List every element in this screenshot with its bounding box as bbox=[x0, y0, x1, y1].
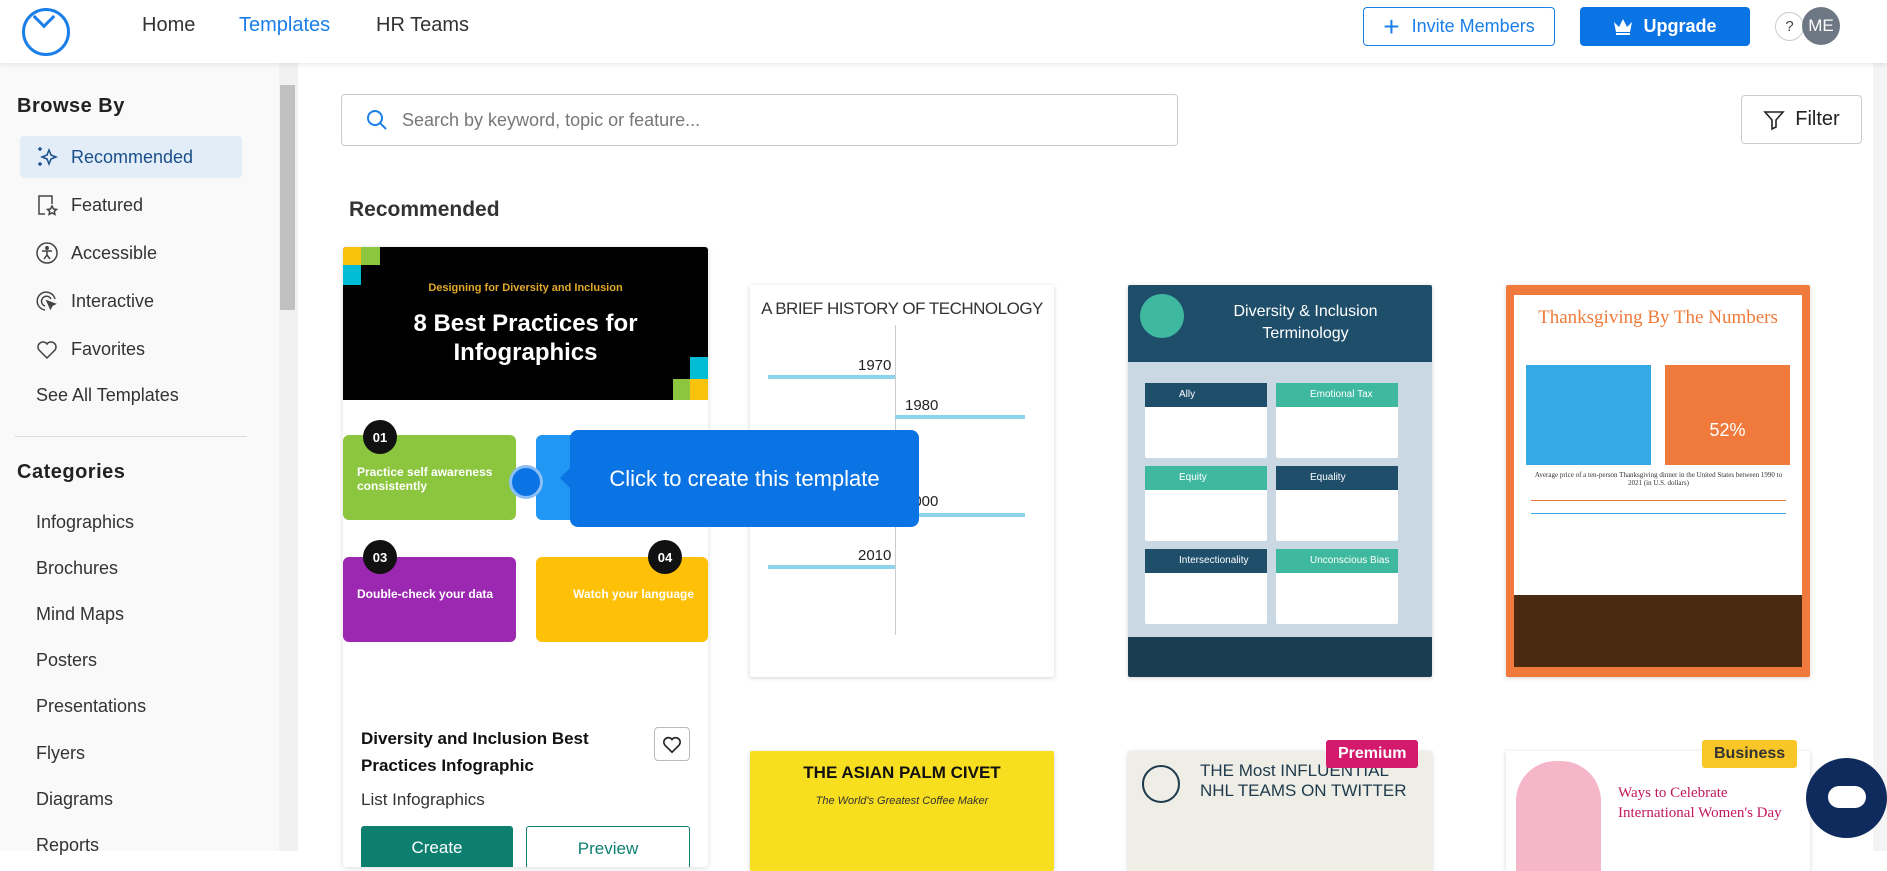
template-card-nhl-teams[interactable]: THE Most INFLUENTIAL NHL TEAMS ON TWITTE… bbox=[1128, 751, 1432, 871]
invite-members-label: Invite Members bbox=[1411, 16, 1535, 36]
sparkles-icon bbox=[38, 147, 59, 167]
category-diagrams[interactable]: Diagrams bbox=[36, 789, 113, 810]
sidebar-item-accessible[interactable]: Accessible bbox=[20, 232, 242, 274]
term-card: Equity bbox=[1145, 466, 1267, 541]
featured-star-icon bbox=[38, 195, 59, 216]
template-thumb-title: THE ASIAN PALM CIVET bbox=[803, 763, 1001, 782]
stat-value: 52% bbox=[1709, 420, 1746, 440]
invite-members-button[interactable]: + Invite Members bbox=[1363, 7, 1555, 46]
term-label: Unconscious Bias bbox=[1276, 549, 1398, 573]
app-logo[interactable] bbox=[22, 8, 70, 56]
template-card-thanksgiving[interactable]: Thanksgiving By The Numbers 52% Average … bbox=[1506, 285, 1810, 677]
heart-icon bbox=[663, 736, 681, 754]
favorite-button[interactable] bbox=[654, 727, 690, 761]
template-thumb-title: Ways to Celebrate International Women's … bbox=[1618, 785, 1782, 821]
categories-heading: Categories bbox=[17, 461, 126, 483]
template-category: List Infographics bbox=[361, 790, 485, 809]
help-button[interactable]: ? bbox=[1775, 12, 1804, 41]
template-card-womens-day[interactable]: Ways to Celebrate International Women's … bbox=[1506, 751, 1810, 871]
crown-icon bbox=[1614, 18, 1633, 35]
section-title: Recommended bbox=[349, 198, 500, 221]
sidebar-item-label: Favorites bbox=[71, 338, 146, 359]
business-badge: Business bbox=[1702, 740, 1798, 768]
browse-by-heading: Browse By bbox=[17, 95, 125, 117]
term-card: Unconscious Bias bbox=[1276, 549, 1398, 624]
pointer-click-icon bbox=[36, 291, 57, 311]
term-card: Emotional Tax bbox=[1276, 383, 1398, 458]
search-input[interactable]: Search by keyword, topic or feature... bbox=[341, 94, 1178, 146]
thumbnail-subtitle: Designing for Diversity and Inclusion bbox=[428, 282, 623, 294]
term-card: Intersectionality bbox=[1145, 549, 1267, 624]
tip-number: 03 bbox=[363, 540, 397, 574]
top-header: Home Templates HR Teams + Invite Members… bbox=[0, 0, 1887, 63]
see-all-templates-link[interactable]: See All Templates bbox=[36, 385, 179, 406]
create-button[interactable]: Create bbox=[361, 826, 513, 867]
category-infographics[interactable]: Infographics bbox=[36, 512, 134, 533]
sidebar-item-label: Featured bbox=[71, 194, 144, 215]
category-flyers[interactable]: Flyers bbox=[36, 743, 85, 764]
category-presentations[interactable]: Presentations bbox=[36, 696, 146, 717]
main-scrollbar[interactable] bbox=[1873, 63, 1887, 851]
term-label: Equality bbox=[1276, 466, 1398, 490]
tip-number: 01 bbox=[363, 420, 397, 454]
sidebar-divider bbox=[15, 436, 247, 437]
category-brochures[interactable]: Brochures bbox=[36, 558, 118, 579]
term-label: Emotional Tax bbox=[1276, 383, 1398, 407]
term-label: Ally bbox=[1145, 383, 1267, 407]
sidebar-item-label: Interactive bbox=[71, 290, 155, 311]
template-thumb-title: A BRIEF HISTORY OF TECHNOLOGY bbox=[761, 299, 1043, 318]
term-label: Intersectionality bbox=[1145, 549, 1267, 573]
create-template-tooltip: Click to create this template bbox=[560, 430, 919, 527]
chat-support-button[interactable] bbox=[1806, 758, 1887, 838]
template-title: Diversity and Inclusion Best Practices I… bbox=[361, 729, 589, 775]
sidebar: Browse By Recommended Featured Accessibl… bbox=[0, 63, 279, 855]
upgrade-label: Upgrade bbox=[1643, 16, 1717, 36]
sidebar-item-featured[interactable]: Featured bbox=[20, 184, 242, 226]
accessibility-icon bbox=[36, 242, 58, 264]
filter-label: Filter bbox=[1795, 108, 1840, 130]
premium-badge: Premium bbox=[1326, 740, 1419, 768]
sidebar-item-label: Accessible bbox=[71, 242, 158, 263]
template-card-diversity-terminology[interactable]: Diversity & Inclusion Terminology Ally Em… bbox=[1128, 285, 1432, 677]
year-label: 1970 bbox=[858, 357, 892, 374]
plus-icon: + bbox=[1383, 10, 1400, 42]
sidebar-item-recommended[interactable]: Recommended bbox=[20, 136, 242, 178]
category-reports[interactable]: Reports bbox=[36, 835, 99, 856]
term-label: Equity bbox=[1145, 466, 1267, 490]
template-card-asian-palm-civet[interactable]: THE ASIAN PALM CIVET The World's Greates… bbox=[750, 751, 1054, 871]
year-label: 1980 bbox=[905, 397, 939, 414]
template-thumb-subtitle: The World's Greatest Coffee Maker bbox=[815, 795, 989, 807]
category-mind-maps[interactable]: Mind Maps bbox=[36, 604, 124, 625]
nav-home[interactable]: Home bbox=[142, 14, 195, 37]
term-card: Ally bbox=[1145, 383, 1267, 458]
template-thumb-title: Diversity & Inclusion Terminology bbox=[1233, 303, 1378, 342]
search-placeholder: Search by keyword, topic or feature... bbox=[402, 109, 701, 130]
category-posters[interactable]: Posters bbox=[36, 650, 97, 671]
thumbnail-title: 8 Best Practices for Infographics bbox=[413, 310, 638, 366]
template-thumbnail[interactable]: Designing for Diversity and Inclusion 8 … bbox=[343, 247, 708, 400]
upgrade-button[interactable]: Upgrade bbox=[1580, 7, 1750, 46]
sidebar-scrollbar-thumb[interactable] bbox=[280, 85, 295, 310]
filter-icon bbox=[1763, 110, 1786, 130]
sidebar-item-favorites[interactable]: Favorites bbox=[20, 328, 242, 370]
tip-number: 04 bbox=[648, 540, 682, 574]
chart-title: Average price of a ten-person Thanksgivi… bbox=[1534, 471, 1783, 487]
nav-hr-teams[interactable]: HR Teams bbox=[376, 14, 469, 37]
template-thumb-title: Thanksgiving By The Numbers bbox=[1538, 307, 1778, 328]
preview-button[interactable]: Preview bbox=[526, 826, 690, 867]
hotspot-indicator bbox=[509, 465, 543, 499]
year-label: 2010 bbox=[858, 547, 892, 564]
filter-button[interactable]: Filter bbox=[1741, 95, 1862, 144]
user-avatar[interactable]: ME bbox=[1802, 7, 1840, 45]
heart-icon bbox=[37, 341, 57, 360]
sidebar-item-interactive[interactable]: Interactive bbox=[20, 280, 242, 322]
tip-text: Watch your language bbox=[536, 557, 708, 642]
sidebar-item-label: Recommended bbox=[71, 146, 194, 167]
search-icon bbox=[367, 110, 387, 130]
nav-templates[interactable]: Templates bbox=[239, 14, 330, 37]
template-card-featured[interactable]: Designing for Diversity and Inclusion 8 … bbox=[343, 247, 708, 867]
term-card: Equality bbox=[1276, 466, 1398, 541]
